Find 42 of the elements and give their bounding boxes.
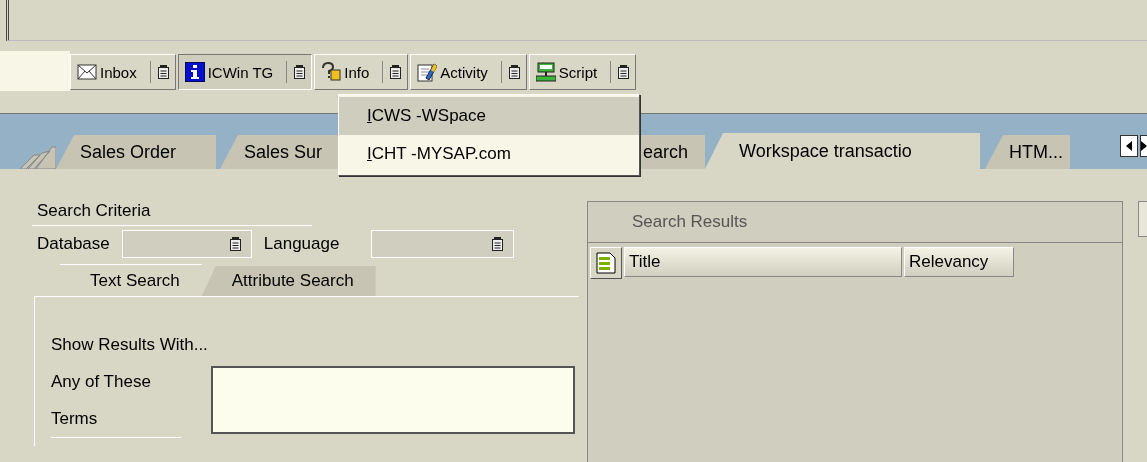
- info-icon: [184, 62, 205, 82]
- toolbar-button[interactable]: ICWin TG: [177, 54, 313, 90]
- tab[interactable]: Attribute Search: [201, 266, 376, 296]
- column-header[interactable]: Title: [624, 247, 902, 277]
- field-label: Any of These Terms: [51, 363, 181, 438]
- input-field[interactable]: [211, 366, 575, 434]
- menu-item[interactable]: ICHT -MYSAP.com: [339, 135, 639, 173]
- layout-button[interactable]: [590, 247, 622, 279]
- field-label: Database: [37, 234, 110, 254]
- column-header[interactable]: Relevancy: [904, 247, 1014, 277]
- envelope-icon: [77, 62, 97, 82]
- field-label: Language: [263, 234, 340, 254]
- tab[interactable]: Workspace transactio: [705, 133, 980, 169]
- dropdown-icon[interactable]: [492, 237, 504, 251]
- tab[interactable]: HTM...: [985, 135, 1070, 169]
- dropdown-icon[interactable]: [508, 65, 520, 79]
- section-title: Search Criteria: [32, 201, 312, 226]
- monitor-icon: [535, 62, 556, 82]
- tab[interactable]: Sales Order: [56, 135, 216, 169]
- dropdown-icon[interactable]: [618, 65, 630, 79]
- toolbar-button[interactable]: Script: [528, 54, 637, 90]
- help-icon: [321, 62, 342, 82]
- dropdown-field[interactable]: [371, 230, 515, 258]
- toolbar-button[interactable]: Info: [314, 54, 409, 90]
- pencil-icon: [417, 62, 438, 82]
- panel-title: Search Results: [588, 202, 1122, 243]
- dropdown-icon[interactable]: [229, 237, 241, 251]
- dropdown-icon[interactable]: [390, 65, 402, 79]
- scroll-right-button[interactable]: [1140, 135, 1147, 157]
- dropdown-icon[interactable]: [294, 65, 306, 79]
- toolbar-button[interactable]: Activity: [410, 54, 527, 90]
- right-arrow-icon: [1141, 141, 1147, 151]
- tab[interactable]: Sales Sur: [220, 135, 338, 169]
- side-button[interactable]: [1138, 201, 1147, 237]
- toolbar-button[interactable]: Inbox: [70, 54, 176, 90]
- tab[interactable]: earch: [641, 135, 705, 169]
- dropdown-field[interactable]: [121, 230, 252, 258]
- left-arrow-icon: [1126, 141, 1132, 151]
- menu-item[interactable]: ICWS -WSpace: [339, 97, 639, 135]
- scroll-left-button[interactable]: [1120, 135, 1138, 157]
- section-heading: Show Results With...: [51, 335, 209, 355]
- dropdown-icon[interactable]: [157, 65, 169, 79]
